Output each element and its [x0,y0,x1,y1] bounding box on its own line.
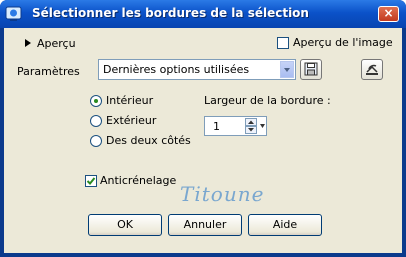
dropdown-arrow[interactable] [280,61,294,78]
border-width-value: 1 [213,120,220,133]
radio-both-sides-label: Des deux côtés [106,134,191,147]
reset-icon [366,64,378,75]
preset-value: Dernières options utilisées [103,63,250,76]
preset-dropdown[interactable]: Dernières options utilisées [98,59,296,80]
expand-triangle-icon[interactable] [24,38,32,48]
preview-toggle-label[interactable]: Aperçu [37,37,76,50]
dialog-window: Sélectionner les bordures de la sélectio… [0,0,406,257]
watermark-signature: Titoune [180,182,265,206]
image-preview-label: Aperçu de l'image [293,36,393,49]
app-icon [5,6,22,21]
radio-interior[interactable] [90,95,102,107]
window-title: Sélectionner les bordures de la sélectio… [32,6,309,20]
radio-interior-label: Intérieur [106,94,154,107]
help-button[interactable]: Aide [248,214,322,236]
close-button[interactable]: × [378,6,399,22]
reset-button[interactable] [361,59,383,80]
cancel-button[interactable]: Annuler [168,214,242,236]
antialias-label: Anticrénelage [100,174,177,187]
spin-dropdown-icon[interactable] [259,118,266,134]
radio-exterior-label: Extérieur [106,114,157,127]
border-width-spinbox[interactable]: 1 [204,116,267,136]
params-label: Paramètres [17,65,80,78]
antialias-checkbox[interactable] [85,175,97,187]
checkmark-icon [86,177,96,185]
dialog-body: Aperçu Aperçu de l'image Paramètres Dern… [4,28,402,253]
chevron-down-icon [284,68,290,72]
radio-exterior[interactable] [90,115,102,127]
floppy-icon [304,62,318,76]
title-bar[interactable]: Sélectionner les bordures de la sélectio… [0,0,406,28]
ok-button[interactable]: OK [88,214,162,236]
border-width-label: Largeur de la bordure : [204,94,331,107]
spin-arrows-icon[interactable] [245,118,257,134]
image-preview-checkbox[interactable] [277,37,289,49]
radio-both-sides[interactable] [90,135,102,147]
save-preset-button[interactable] [300,59,322,80]
close-icon: × [383,6,394,20]
